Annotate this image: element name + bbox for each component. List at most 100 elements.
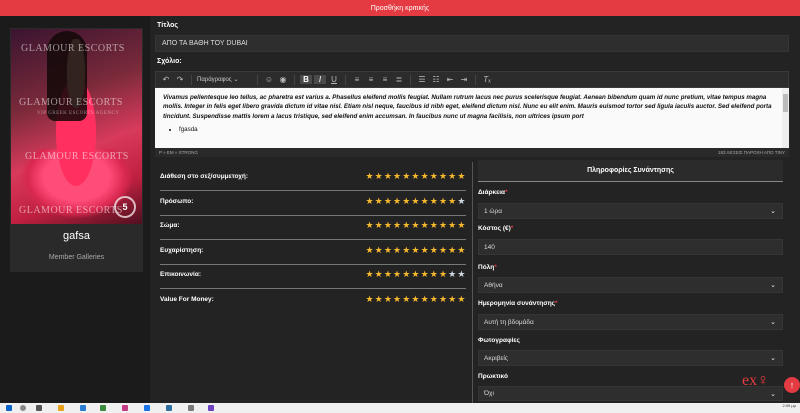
start-icon[interactable] — [6, 405, 12, 411]
preview-eye-icon[interactable]: ◉ — [277, 75, 289, 84]
star-icon[interactable]: ★ — [448, 268, 457, 280]
star-icon[interactable]: ★ — [448, 244, 457, 256]
star-icon[interactable]: ★ — [365, 170, 374, 182]
star-icon[interactable]: ★ — [457, 293, 466, 305]
star-icon[interactable]: ★ — [393, 219, 402, 231]
star-icon[interactable]: ★ — [402, 195, 411, 207]
comment-editor[interactable]: Vivamus pellentesque leo tellus, ac phar… — [155, 88, 789, 148]
star-rating[interactable]: ★ ★ ★ ★ ★ ★ ★ ★ ★ ★ ★ — [365, 244, 466, 256]
align-center-icon[interactable]: ≡ — [365, 75, 377, 84]
star-icon[interactable]: ★ — [457, 195, 466, 207]
star-icon[interactable]: ★ — [429, 293, 438, 305]
photos-select[interactable]: Ακριβείς ⌄ — [478, 350, 783, 366]
star-icon[interactable]: ★ — [420, 195, 429, 207]
star-icon[interactable]: ★ — [374, 293, 383, 305]
app-icon-4[interactable] — [144, 405, 150, 411]
star-icon[interactable]: ★ — [383, 244, 392, 256]
star-icon[interactable]: ★ — [438, 268, 447, 280]
star-icon[interactable]: ★ — [457, 219, 466, 231]
star-icon[interactable]: ★ — [420, 219, 429, 231]
star-icon[interactable]: ★ — [420, 293, 429, 305]
duration-select[interactable]: 1 ώρα ⌄ — [478, 203, 783, 219]
star-icon[interactable]: ★ — [365, 244, 374, 256]
star-icon[interactable]: ★ — [448, 170, 457, 182]
star-icon[interactable]: ★ — [383, 170, 392, 182]
star-icon[interactable]: ★ — [402, 293, 411, 305]
align-justify-icon[interactable]: ≣ — [393, 75, 405, 84]
star-icon[interactable]: ★ — [438, 293, 447, 305]
clear-format-icon[interactable]: Tₓ — [481, 75, 493, 84]
star-icon[interactable]: ★ — [365, 195, 374, 207]
star-icon[interactable]: ★ — [393, 244, 402, 256]
cost-input[interactable]: 140 — [478, 239, 783, 255]
star-icon[interactable]: ★ — [438, 195, 447, 207]
star-icon[interactable]: ★ — [411, 195, 420, 207]
star-icon[interactable]: ★ — [393, 195, 402, 207]
star-icon[interactable]: ★ — [429, 244, 438, 256]
star-icon[interactable]: ★ — [402, 268, 411, 280]
star-icon[interactable]: ★ — [402, 219, 411, 231]
star-icon[interactable]: ★ — [420, 170, 429, 182]
paragraph-format-select[interactable]: Παράγραφος ⌄ — [197, 76, 252, 83]
bullet-list-icon[interactable]: ☰ — [416, 75, 428, 84]
redo-icon[interactable]: ↷ — [174, 75, 186, 84]
star-rating[interactable]: ★ ★ ★ ★ ★ ★ ★ ★ ★ ★ ★ — [365, 170, 466, 182]
star-icon[interactable]: ★ — [402, 244, 411, 256]
star-icon[interactable]: ★ — [457, 268, 466, 280]
star-icon[interactable]: ★ — [420, 268, 429, 280]
star-rating[interactable]: ★ ★ ★ ★ ★ ★ ★ ★ ★ ★ ★ — [365, 195, 466, 207]
star-icon[interactable]: ★ — [438, 170, 447, 182]
star-icon[interactable]: ★ — [448, 293, 457, 305]
anal-select[interactable]: Όχι ⌄ — [478, 386, 783, 401]
outdent-icon[interactable]: ⇤ — [444, 75, 456, 84]
city-select[interactable]: Αθήνα ⌄ — [478, 277, 783, 293]
star-icon[interactable]: ★ — [383, 195, 392, 207]
star-icon[interactable]: ★ — [438, 244, 447, 256]
star-icon[interactable]: ★ — [457, 244, 466, 256]
app-icon-2[interactable] — [100, 405, 106, 411]
star-icon[interactable]: ★ — [393, 268, 402, 280]
app-icon-7[interactable] — [208, 405, 214, 411]
bold-icon[interactable]: B — [300, 75, 312, 84]
editor-scrollbar[interactable] — [782, 88, 789, 148]
star-rating[interactable]: ★ ★ ★ ★ ★ ★ ★ ★ ★ ★ ★ — [365, 293, 466, 305]
star-icon[interactable]: ★ — [438, 219, 447, 231]
undo-icon[interactable]: ↶ — [160, 75, 172, 84]
star-icon[interactable]: ★ — [374, 268, 383, 280]
star-icon[interactable]: ★ — [429, 219, 438, 231]
star-icon[interactable]: ★ — [448, 219, 457, 231]
star-icon[interactable]: ★ — [374, 219, 383, 231]
star-icon[interactable]: ★ — [383, 268, 392, 280]
star-icon[interactable]: ★ — [365, 219, 374, 231]
meeting-date-select[interactable]: Αυτή τη βδομάδα ⌄ — [478, 314, 783, 330]
align-right-icon[interactable]: ≡ — [379, 75, 391, 84]
star-icon[interactable]: ★ — [420, 244, 429, 256]
star-rating[interactable]: ★ ★ ★ ★ ★ ★ ★ ★ ★ ★ ★ — [365, 219, 466, 231]
profile-photo[interactable]: GLAMOUR ESCORTS GLAMOUR ESCORTS VIP GREE… — [11, 29, 142, 224]
numbered-list-icon[interactable]: ☷ — [430, 75, 442, 84]
explorer-icon[interactable] — [58, 405, 64, 411]
star-icon[interactable]: ★ — [374, 244, 383, 256]
star-icon[interactable]: ★ — [365, 293, 374, 305]
star-icon[interactable]: ★ — [411, 293, 420, 305]
star-icon[interactable]: ★ — [402, 170, 411, 182]
star-icon[interactable]: ★ — [429, 195, 438, 207]
underline-icon[interactable]: U — [328, 75, 340, 84]
star-icon[interactable]: ★ — [411, 268, 420, 280]
star-icon[interactable]: ★ — [411, 170, 420, 182]
star-icon[interactable]: ★ — [365, 268, 374, 280]
app-icon-1[interactable] — [80, 405, 86, 411]
star-icon[interactable]: ★ — [411, 219, 420, 231]
star-rating[interactable]: ★ ★ ★ ★ ★ ★ ★ ★ ★ ★ ★ — [365, 268, 466, 280]
italic-icon[interactable]: I — [314, 75, 326, 84]
star-icon[interactable]: ★ — [429, 268, 438, 280]
scroll-top-button[interactable]: ↑ — [784, 377, 800, 393]
star-icon[interactable]: ★ — [383, 293, 392, 305]
search-icon[interactable] — [20, 405, 26, 411]
app-icon-3[interactable] — [122, 405, 128, 411]
star-icon[interactable]: ★ — [411, 244, 420, 256]
star-icon[interactable]: ★ — [383, 219, 392, 231]
app-icon-6[interactable] — [188, 405, 194, 411]
title-input[interactable]: ΑΠΟ ΤΑ ΒΑΘΗ ΤΟΥ DUBAI — [155, 35, 789, 52]
star-icon[interactable]: ★ — [429, 170, 438, 182]
